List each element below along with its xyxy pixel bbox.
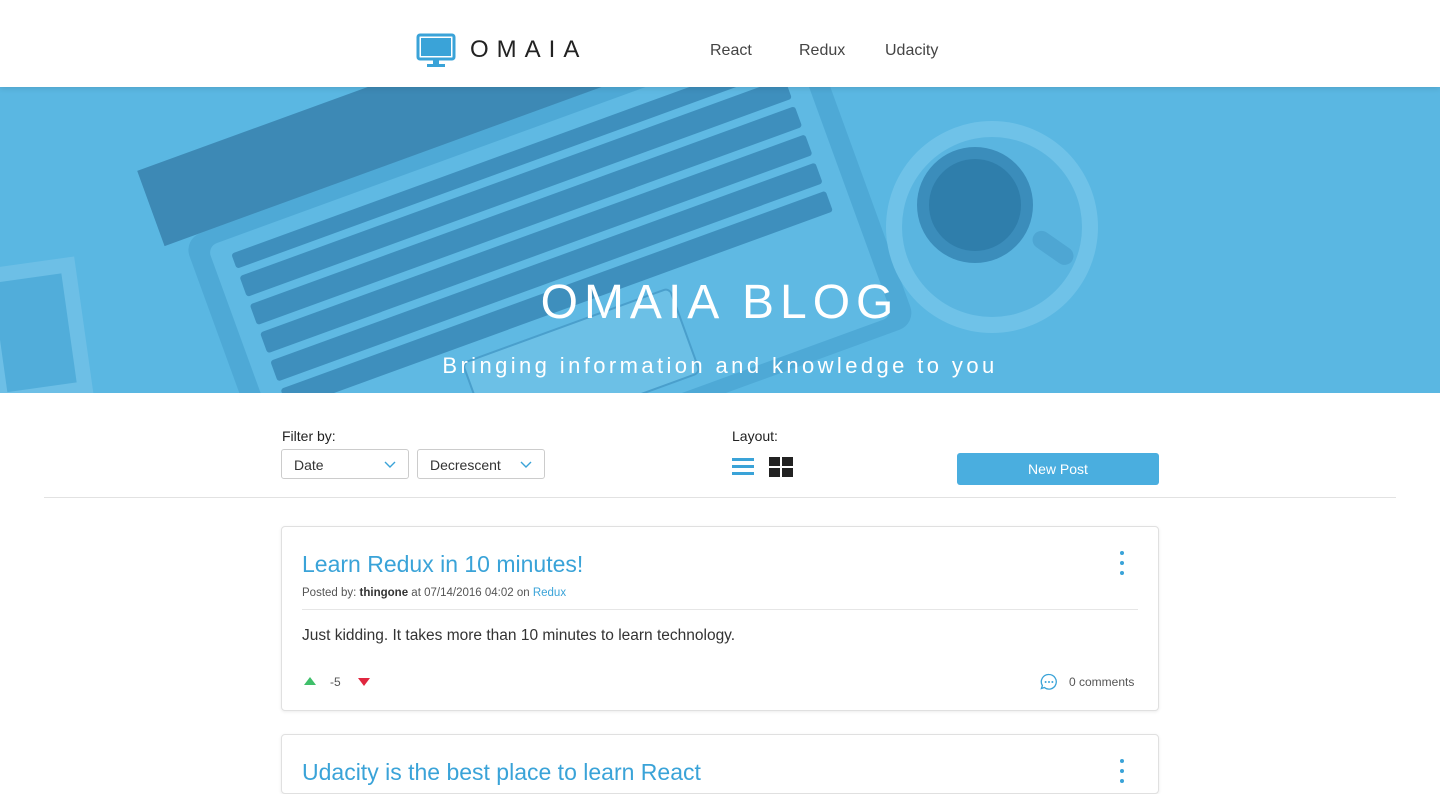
sort-order-select[interactable]: Decrescent (417, 449, 545, 479)
sort-field-value: Date (294, 457, 324, 473)
more-options-icon[interactable] (1120, 759, 1126, 789)
comment-icon[interactable] (1040, 673, 1058, 691)
post-meta: Posted by: thingone at 07/14/2016 04:02 … (302, 587, 566, 599)
card-divider (302, 609, 1138, 610)
more-options-icon[interactable] (1120, 551, 1126, 581)
post-card: Learn Redux in 10 minutes! Posted by: th… (281, 526, 1159, 711)
posted-by-label: Posted by: (302, 587, 357, 599)
post-title[interactable]: Udacity is the best place to learn React (302, 759, 701, 786)
chevron-down-icon (384, 461, 396, 468)
new-post-button[interactable]: New Post (957, 453, 1159, 485)
sort-field-select[interactable]: Date (281, 449, 409, 479)
post-author: thingone (359, 587, 409, 599)
comment-count[interactable]: 0 comments (1069, 675, 1134, 689)
sort-order-value: Decrescent (430, 457, 501, 473)
chevron-down-icon (520, 461, 532, 468)
top-navbar: OMAIA React Redux Udacity (0, 0, 1440, 87)
hero-background-image (0, 87, 1440, 393)
upvote-icon[interactable] (304, 677, 316, 686)
post-category-link[interactable]: Redux (533, 587, 566, 599)
nav-link-udacity[interactable]: Udacity (885, 42, 938, 60)
grid-layout-icon[interactable] (769, 457, 793, 477)
filter-label: Filter by: (282, 428, 336, 444)
downvote-icon[interactable] (358, 677, 370, 686)
logo-text[interactable]: OMAIA (470, 36, 587, 64)
post-title[interactable]: Learn Redux in 10 minutes! (302, 551, 583, 578)
hero-banner: OMAIA BLOG Bringing information and know… (0, 87, 1440, 393)
nav-link-redux[interactable]: Redux (799, 42, 845, 60)
post-body: Just kidding. It takes more than 10 minu… (302, 627, 736, 644)
hero-title: OMAIA BLOG (540, 276, 900, 329)
monitor-icon (416, 33, 456, 67)
post-date: 07/14/2016 04:02 (424, 587, 514, 599)
post-card: Udacity is the best place to learn React (281, 734, 1159, 794)
logo[interactable] (416, 33, 456, 69)
list-layout-icon[interactable] (732, 457, 754, 477)
divider (44, 497, 1396, 498)
layout-label: Layout: (732, 428, 778, 444)
at-label: at (411, 587, 421, 599)
on-label: on (516, 587, 530, 599)
hero-subtitle: Bringing information and knowledge to yo… (442, 353, 998, 378)
nav-link-react[interactable]: React (710, 42, 752, 60)
vote-score: -5 (330, 675, 341, 689)
